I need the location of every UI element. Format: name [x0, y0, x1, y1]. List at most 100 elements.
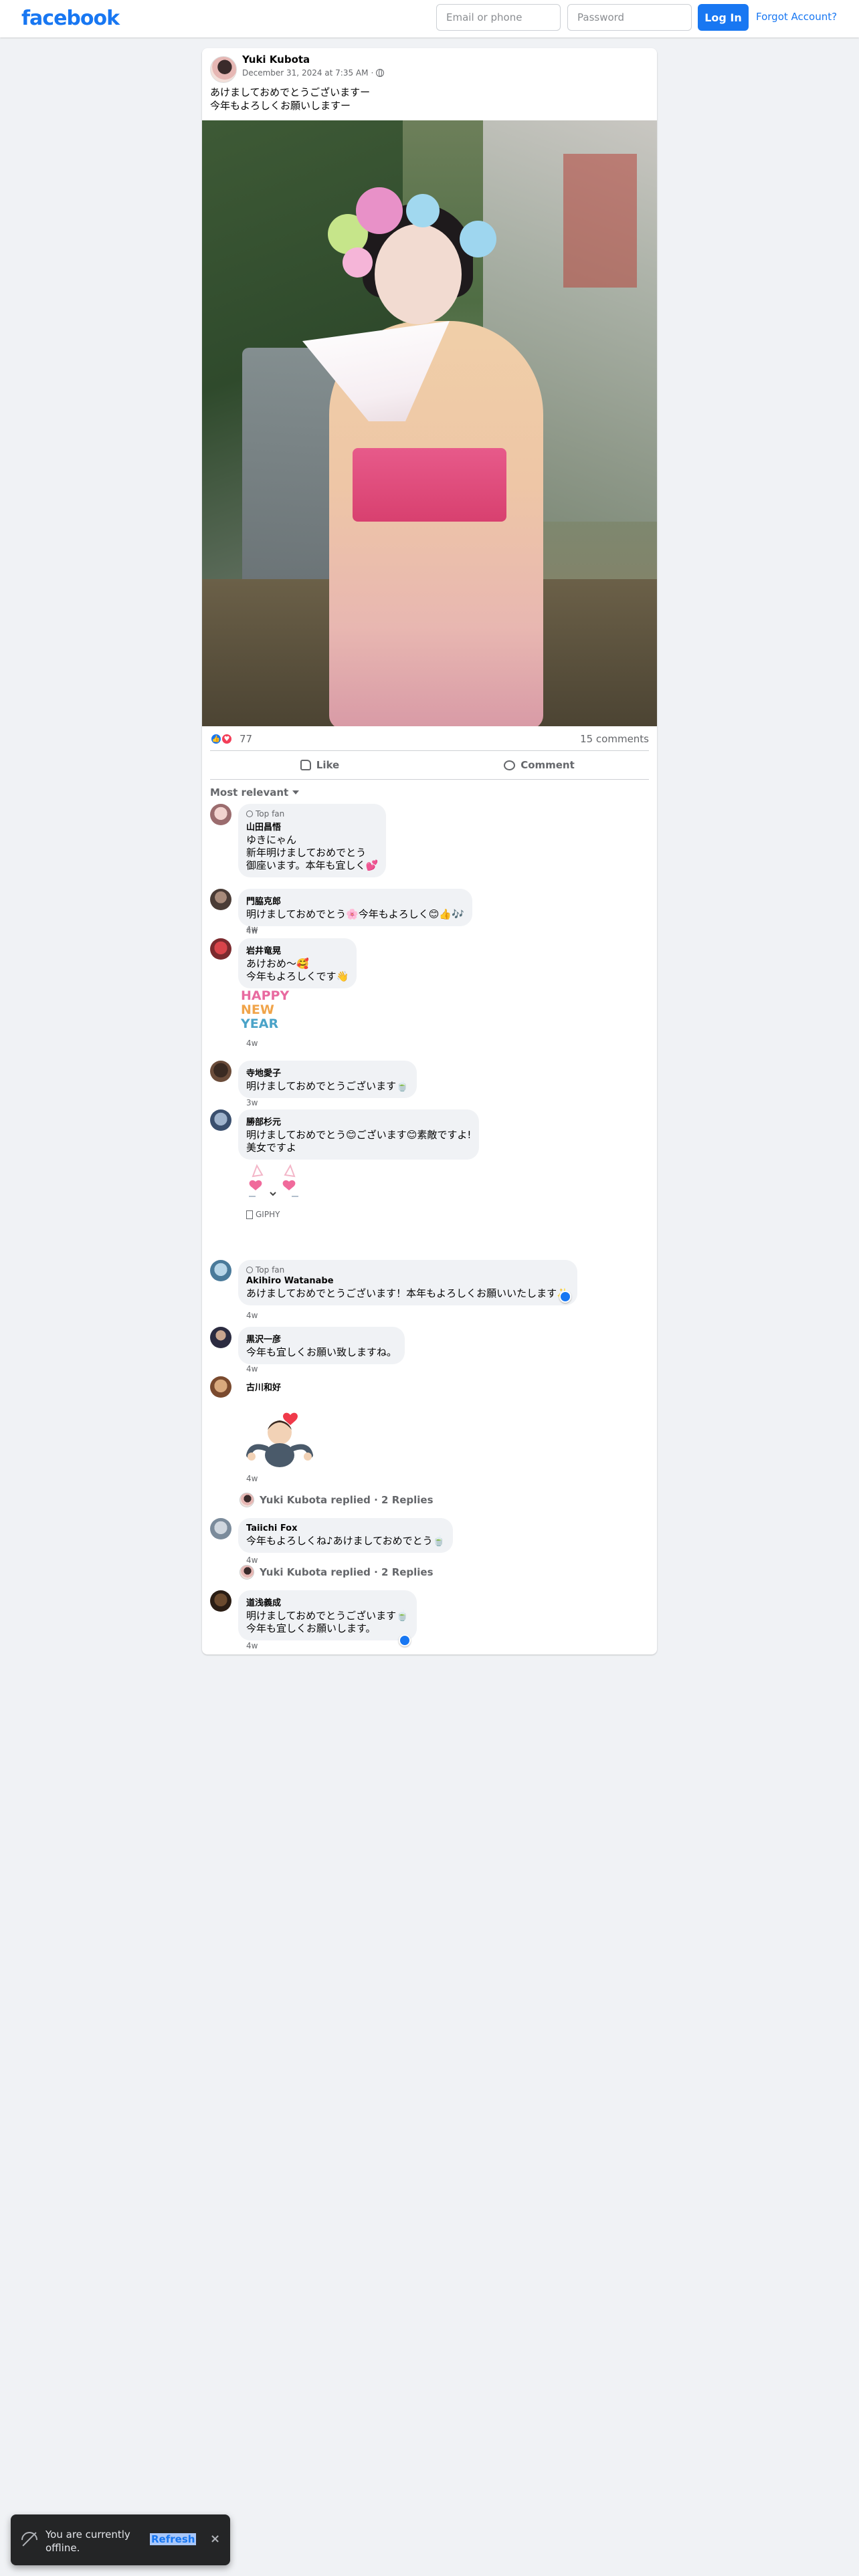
commenter-avatar[interactable]: [210, 1376, 231, 1398]
happy-new-year-sticker[interactable]: HAPPY NEW YEAR: [238, 988, 318, 1032]
comment-text: 美女ですよ: [246, 1142, 297, 1154]
comment-bubble-icon: [504, 760, 516, 770]
comment-button[interactable]: Comment: [430, 751, 649, 779]
sticker-line-year: YEAR: [240, 1016, 278, 1031]
giphy-attribution[interactable]: GIPHY: [246, 1210, 280, 1219]
commenter-name[interactable]: 道浅義成: [246, 1596, 409, 1608]
comment-text: 明けましておめでとう🌸今年もよろしく😊👍🎶: [246, 908, 464, 920]
comment-time[interactable]: 4w: [246, 926, 258, 936]
comment-text: 御座います。本年も宜しく💕: [246, 859, 379, 871]
comment-time[interactable]: 4w: [246, 1474, 258, 1483]
commenter-name[interactable]: 門脇克郎: [246, 894, 464, 907]
comment-text: 明けましておめでとうございます🍵: [246, 1610, 409, 1622]
comment-text: あけましておめでとうございます！本年もよろしくお願いいたします✨: [246, 1287, 569, 1299]
post-timestamp[interactable]: December 31, 2024 at 7:35 AM: [242, 68, 369, 78]
email-field[interactable]: [436, 4, 561, 31]
facebook-logo[interactable]: facebook: [21, 7, 120, 30]
commenter-name[interactable]: 勝部杉元: [246, 1115, 471, 1128]
comment-time[interactable]: 4w: [246, 1364, 258, 1374]
close-icon[interactable]: ×: [210, 2532, 220, 2546]
top-fan-icon: [246, 811, 253, 817]
commenter-avatar[interactable]: [210, 1260, 231, 1281]
comment-bubble: Top fan Akihiro Watanabe あけましておめでとうございます…: [238, 1260, 577, 1305]
reply-author-avatar: [240, 1565, 254, 1580]
comment-text: あけおめ～🥰: [246, 958, 309, 970]
commenter-avatar[interactable]: [210, 1590, 231, 1612]
sort-label: Most relevant: [210, 786, 289, 798]
commenter-name[interactable]: 山田昌悟: [246, 820, 378, 833]
like-badge-icon[interactable]: [559, 1291, 571, 1303]
commenter-name[interactable]: 古川和好: [246, 1380, 281, 1393]
meta-separator: ·: [371, 68, 374, 78]
offline-toast: You are currently offline. Refresh ×: [11, 2514, 230, 2565]
comment-time[interactable]: 4w: [246, 1039, 258, 1048]
view-replies-link[interactable]: Yuki Kubota replied · 2 Replies: [240, 1493, 434, 1507]
post-photo[interactable]: [202, 120, 657, 726]
post-text-line: 今年もよろしくお願いしますー: [210, 100, 351, 112]
comment-label: Comment: [520, 759, 575, 771]
comment-text: 今年も宜しくお願いします。: [246, 1622, 376, 1634]
commenter-avatar[interactable]: [210, 1327, 231, 1348]
comments-count[interactable]: 15 comments: [580, 733, 649, 745]
password-field[interactable]: [567, 4, 692, 31]
comment-text: 明けましておめでとうございます🍵: [246, 1080, 409, 1092]
love-reaction-icon: ♥: [221, 733, 233, 745]
post-text-line: あけましておめでとうございますー: [210, 86, 371, 98]
thumbs-up-icon: [300, 760, 311, 770]
commenter-name[interactable]: Taiichi Fox: [246, 1523, 445, 1533]
comment-bubble: 寺地愛子 明けましておめでとうございます🍵: [238, 1061, 417, 1098]
comment-bubble: 勝部杉元 明けましておめでとう😊ございます😊素敵ですよ! 美女ですよ: [238, 1109, 480, 1160]
top-nav-bar: facebook Log In Forgot Account?: [0, 0, 859, 37]
comment-time[interactable]: 4w: [246, 1555, 258, 1565]
top-fan-badge: Top fan: [246, 809, 378, 819]
comment-bubble: 門脇克郎 明けましておめでとう🌸今年もよろしく😊👍🎶: [238, 889, 472, 926]
photo-flower: [406, 194, 440, 227]
top-fan-icon: [246, 1267, 253, 1273]
comment-text: 新年明けましておめでとう: [246, 847, 367, 859]
reaction-summary[interactable]: 👍 ♥ 77: [210, 733, 252, 745]
commenter-name[interactable]: 黒沢一彦: [246, 1332, 397, 1345]
comment-bubble: Top fan 山田昌悟 ゆきにゃん 新年明けましておめでとう 御座います。本年…: [238, 804, 387, 877]
post-actions: Like Comment: [210, 750, 649, 780]
post-text: あけましておめでとうございますー 今年もよろしくお願いしますー: [210, 86, 370, 112]
login-button[interactable]: Log In: [698, 4, 749, 31]
reaction-count: 77: [240, 733, 253, 745]
commenter-name[interactable]: Akihiro Watanabe: [246, 1276, 569, 1286]
post-card: Yuki Kubota December 31, 2024 at 7:35 AM…: [202, 48, 657, 1654]
comment-text: 今年もよろしくです👋: [246, 970, 349, 982]
commenter-name[interactable]: 寺地愛子: [246, 1066, 409, 1079]
comment-sort-dropdown[interactable]: Most relevant: [210, 786, 300, 798]
comment-bubble: 岩井竜晃 あけおめ～🥰 今年もよろしくです👋: [238, 938, 357, 988]
refresh-button[interactable]: Refresh: [150, 2533, 197, 2545]
post-author[interactable]: Yuki Kubota: [242, 53, 310, 66]
comment-time[interactable]: 4w: [246, 1311, 258, 1320]
commenter-avatar[interactable]: [210, 889, 231, 910]
comment-bubble: 黒沢一彦 今年も宜しくお願い致しますね。: [238, 1327, 405, 1364]
commenter-avatar[interactable]: [210, 938, 231, 960]
cat-gif[interactable]: [245, 1162, 305, 1208]
reply-author-avatar: [240, 1493, 254, 1507]
view-replies-link[interactable]: Yuki Kubota replied · 2 Replies: [240, 1565, 434, 1580]
comment-time[interactable]: 4w: [246, 1641, 258, 1650]
avatar-sticker[interactable]: [242, 1406, 316, 1473]
photo-flower: [460, 221, 496, 257]
commenter-name[interactable]: 岩井竜晃: [246, 944, 349, 956]
commenter-avatar[interactable]: [210, 1518, 231, 1539]
commenter-avatar[interactable]: [210, 1061, 231, 1082]
author-avatar[interactable]: [210, 56, 237, 83]
photo-flower: [343, 247, 373, 278]
comment-bubble: Taiichi Fox 今年もよろしくね♪あけましておめでとう🍵: [238, 1518, 454, 1553]
commenter-avatar[interactable]: [210, 1109, 231, 1131]
like-badge-icon[interactable]: [399, 1634, 411, 1646]
comment-text: 今年もよろしくね♪あけましておめでとう🍵: [246, 1535, 446, 1547]
photo-flower: [356, 187, 403, 234]
giphy-icon: [246, 1210, 253, 1219]
comment-time[interactable]: 3w: [246, 1098, 258, 1107]
like-button[interactable]: Like: [210, 751, 430, 779]
offline-message: You are currently offline.: [45, 2529, 130, 2554]
forgot-account-link[interactable]: Forgot Account?: [756, 11, 837, 23]
commenter-avatar[interactable]: [210, 804, 231, 825]
comment-text: 今年も宜しくお願い致しますね。: [246, 1346, 397, 1358]
photo-face: [375, 224, 462, 324]
chevron-down-icon: [292, 790, 300, 794]
